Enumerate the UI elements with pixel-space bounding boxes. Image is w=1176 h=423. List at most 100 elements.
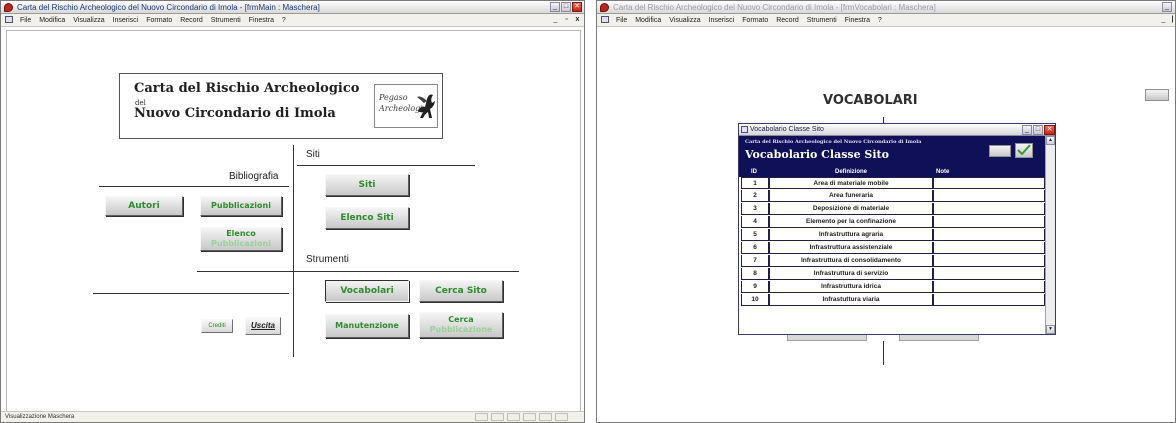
cell-id[interactable]: 9 [741,281,769,293]
menu-finestra[interactable]: Finestra [249,14,274,27]
menu-inserisci[interactable]: Inserisci [709,14,735,27]
crediti-button[interactable]: Crediti [201,319,233,333]
dialog-action-button[interactable] [989,145,1011,157]
menu-strumenti[interactable]: Strumenti [211,14,241,27]
cell-id[interactable]: 10 [741,294,769,306]
cell-note[interactable] [933,177,1045,189]
table-row[interactable]: 7 Infrastruttura di consolidamento [739,255,1047,267]
cell-definizione[interactable]: Infrastruttura agraria [769,229,933,241]
dialog-confirm-button[interactable] [1015,143,1033,158]
cell-definizione[interactable]: Elemento per la confinazione [769,216,933,228]
cell-id[interactable]: 1 [741,177,769,189]
menu-help[interactable]: ? [878,14,882,27]
pubblicazioni-button[interactable]: Pubblicazioni [200,196,282,216]
divider-bibliografia [99,186,289,187]
cell-id[interactable]: 3 [741,203,769,215]
section-siti: Siti [306,149,320,160]
uscita-button[interactable]: Uscita [245,317,281,335]
menu-strumenti[interactable]: Strumenti [807,14,837,27]
menu-inserisci[interactable]: Inserisci [113,14,139,27]
table-row[interactable]: 1 Area di materiale mobile [739,177,1047,189]
dialog-maximize-button[interactable]: □ [1033,125,1043,135]
status-cell [523,413,536,421]
manutenzione-button[interactable]: Manutenzione [325,314,409,338]
logo-text-pegaso: Pegaso [379,93,408,102]
menu-file[interactable]: File [20,14,31,27]
cell-id[interactable]: 4 [741,216,769,228]
table-row[interactable]: 3 Deposizione di materiale [739,203,1047,215]
menu-modifica[interactable]: Modifica [635,14,661,27]
table-row[interactable]: 10 Infrastuttura viaria [739,294,1047,306]
cell-definizione[interactable]: Infrastuttura viaria [769,294,933,306]
cell-definizione[interactable]: Infrastruttura di consolidamento [769,255,933,267]
menu-finestra[interactable]: Finestra [845,14,870,27]
menu-visualizza[interactable]: Visualizza [669,14,700,27]
elenco-pubblicazioni-button[interactable]: Elenco Pubblicazioni [200,227,282,251]
vocabolari-heading: VOCABOLARI [823,93,918,108]
mdi-minimize-button[interactable]: _ [551,16,560,25]
mdi-maximize-button[interactable]: ▫ [562,16,571,25]
cell-definizione[interactable]: Deposizione di materiale [769,203,933,215]
cell-id[interactable]: 8 [741,268,769,280]
dialog-minimize-button[interactable]: _ [1022,125,1032,135]
app-header: Carta del Rischio Archeologico del Nuovo… [119,73,443,139]
cell-id[interactable]: 2 [741,190,769,202]
cell-note[interactable] [933,216,1045,228]
table-row[interactable]: 4 Elemento per la confinazione [739,216,1047,228]
table-row[interactable]: 6 Infrastruttura assistenziale [739,242,1047,254]
cell-definizione[interactable]: Infrastruttura idrica [769,281,933,293]
elenco-siti-button[interactable]: Elenco Siti [325,207,409,229]
vocabolari-button[interactable]: Vocabolari [325,280,409,302]
mdi-minimize-button[interactable]: _ [1159,16,1168,25]
minimize-button[interactable]: _ [550,2,560,12]
pegaso-logo: Pegaso Archeologia [374,84,438,128]
access-app-icon [4,3,13,12]
cell-note[interactable] [933,281,1045,293]
table-row[interactable]: 9 Infrastruttura idrica [739,281,1047,293]
cell-note[interactable] [933,229,1045,241]
top-right-button[interactable] [1145,89,1169,101]
menu-file[interactable]: File [616,14,627,27]
cell-id[interactable]: 7 [741,255,769,267]
scroll-up-arrow[interactable]: ▲ [1046,136,1055,145]
cell-definizione[interactable]: Area di materiale mobile [769,177,933,189]
cell-definizione[interactable]: Area funeraria [769,190,933,202]
cell-id[interactable]: 5 [741,229,769,241]
cell-note[interactable] [933,294,1045,306]
close-button[interactable]: ✕ [572,2,582,12]
mdi-close-button[interactable]: x [573,16,582,25]
cell-note[interactable] [933,242,1045,254]
minimize-button[interactable]: _ [1162,2,1172,12]
vertical-scrollbar[interactable]: ▲ ▼ [1045,136,1055,334]
menu-modifica[interactable]: Modifica [39,14,65,27]
cerca-pubblicazione-button[interactable]: Cerca Pubblicazione [419,312,503,338]
cell-definizione[interactable]: Infrastruttura di servizio [769,268,933,280]
elenco-pubblicazioni-label-2: Pubblicazioni [211,239,271,248]
crediti-button-label: Crediti [208,323,226,329]
menu-formato[interactable]: Formato [742,14,768,27]
table-row[interactable]: 8 Infrastruttura di servizio [739,268,1047,280]
maximize-button[interactable]: □ [561,2,571,12]
cell-note[interactable] [933,268,1045,280]
menu-help[interactable]: ? [282,14,286,27]
menu-record[interactable]: Record [776,14,799,27]
cell-definizione[interactable]: Infrastruttura assistenziale [769,242,933,254]
main-titlebar: Carta del Rischio Archeologico del Nuovo… [1,1,584,14]
dialog-header: Carta del Rischio Archeologico del Nuovo… [739,136,1045,167]
siti-button[interactable]: Siti [325,174,409,196]
form-icon [5,16,13,23]
scroll-down-arrow[interactable]: ▼ [1046,325,1055,334]
menu-formato[interactable]: Formato [146,14,172,27]
cerca-sito-button[interactable]: Cerca Sito [419,280,503,302]
cell-note[interactable] [933,255,1045,267]
autori-button[interactable]: Autori [105,196,183,216]
cell-note[interactable] [933,203,1045,215]
cell-id[interactable]: 6 [741,242,769,254]
dialog-close-button[interactable]: ✕ [1044,125,1055,135]
table-row[interactable]: 5 Infrastruttura agraria [739,229,1047,241]
table-row[interactable]: 2 Area funeraria [739,190,1047,202]
menu-visualizza[interactable]: Visualizza [73,14,104,27]
menu-record[interactable]: Record [180,14,203,27]
mdi-close-button[interactable]: | [1168,16,1175,25]
cell-note[interactable] [933,190,1045,202]
